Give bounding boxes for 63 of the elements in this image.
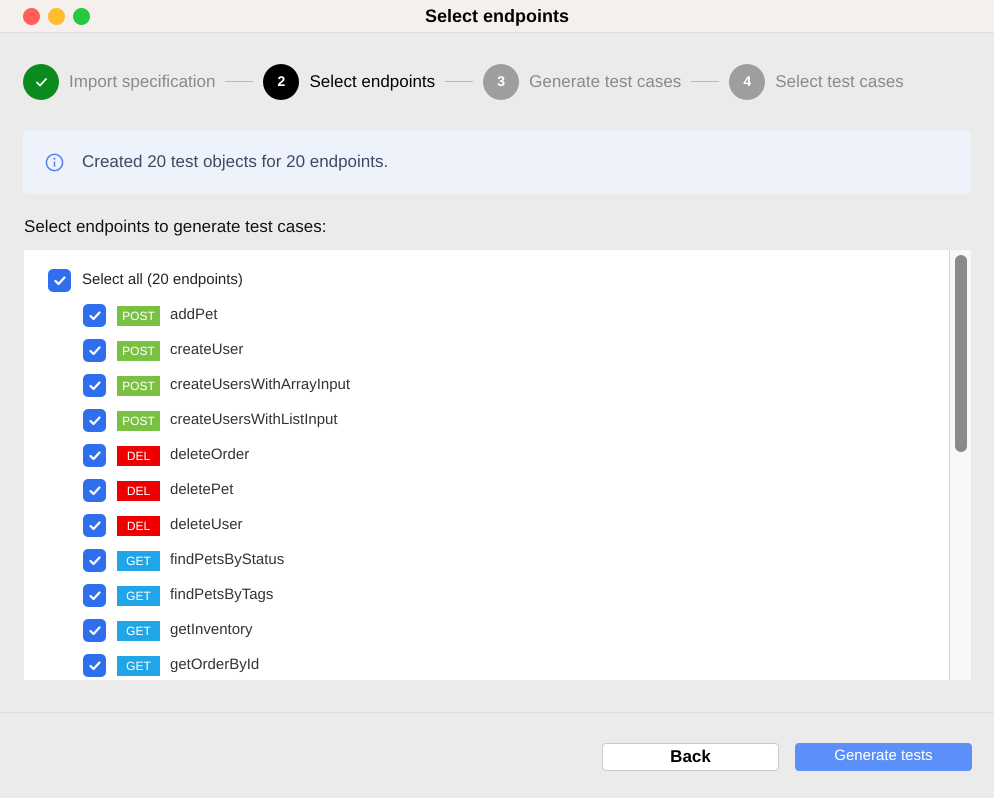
method-badge: GET [117,620,160,640]
endpoint-name: deleteOrder [170,445,250,466]
method-badge: GET [117,550,160,570]
checkbox[interactable] [83,409,106,432]
endpoint-name: getOrderById [170,655,260,676]
step-number: 3 [483,64,520,100]
step-label: Generate test cases [529,70,682,93]
checkmark-icon [88,556,100,566]
info-message: Created 20 test objects for 20 endpoints. [82,151,388,174]
checkmark-icon [88,310,100,320]
list-label: Select endpoints to generate test cases: [24,216,328,238]
back-button[interactable]: Back [602,742,779,770]
method-badge: POST [117,306,160,326]
checkmark-icon [88,450,100,460]
checkbox[interactable] [83,584,106,607]
endpoint-name: findPetsByStatus [170,550,284,570]
scrollbar[interactable] [949,250,971,680]
checkmark-icon [88,660,100,670]
checkbox[interactable] [83,304,106,327]
checkmark-icon [88,346,100,356]
checkmark-icon [88,486,100,496]
method-badge: POST [117,376,160,396]
step-number: 2 [263,64,300,100]
method-badge: DEL [117,516,160,536]
endpoint-name: addPet [170,305,218,326]
scrollbar-thumb[interactable] [954,254,966,452]
method-badge: DEL [117,446,160,466]
method-badge: DEL [117,480,160,500]
checkmark-icon [34,76,48,86]
checkbox[interactable] [83,374,106,397]
step-label: Import specification [69,70,216,93]
checkbox[interactable] [48,269,71,292]
checkbox[interactable] [83,654,106,677]
checkmark-icon [88,380,100,390]
method-badge: GET [117,656,160,676]
endpoint-name: deletePet [170,480,234,500]
info-icon [45,152,64,172]
endpoint-name: createUser [170,340,244,360]
endpoint-name: createUsersWithArrayInput [170,375,350,396]
method-badge: GET [117,586,160,606]
checkbox[interactable] [83,549,106,572]
method-badge: POST [117,340,160,360]
endpoint-name: findPetsByTags [170,585,274,606]
step-label: Select test cases [775,70,904,93]
checkbox[interactable] [83,514,106,537]
close-icon[interactable] [23,8,40,25]
endpoint-name: deleteUser [170,515,243,536]
endpoint-name: createUsersWithListInput [170,410,338,430]
checkbox[interactable] [83,619,106,642]
checkmark-icon [54,276,66,286]
checkbox[interactable] [83,339,106,362]
method-badge: POST [117,410,160,430]
checkmark-icon [88,520,100,530]
checkmark-icon [88,626,100,636]
checkmark-icon [88,590,100,600]
endpoint-name: getInventory [170,620,253,640]
checkbox[interactable] [83,444,106,467]
checkbox[interactable] [83,479,106,502]
window-title: Select endpoints [424,4,570,28]
step-label: Select endpoints [309,70,436,93]
select-all-label[interactable]: Select all (20 endpoints) [82,269,243,292]
checkmark-icon [88,416,100,426]
step-number: 4 [729,64,766,100]
